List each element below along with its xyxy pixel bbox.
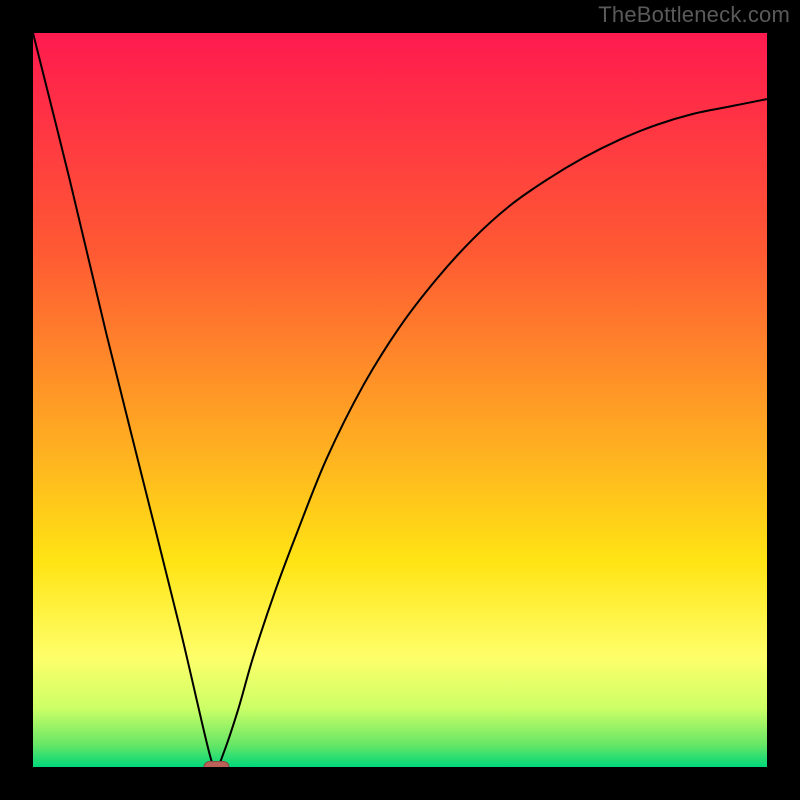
watermark-text: TheBottleneck.com	[598, 2, 790, 28]
vertex-marker	[204, 762, 229, 768]
gradient-background	[33, 33, 767, 767]
markers-group	[204, 762, 229, 768]
chart-svg	[33, 33, 767, 767]
plot-area	[33, 33, 767, 767]
chart-frame: TheBottleneck.com	[0, 0, 800, 800]
